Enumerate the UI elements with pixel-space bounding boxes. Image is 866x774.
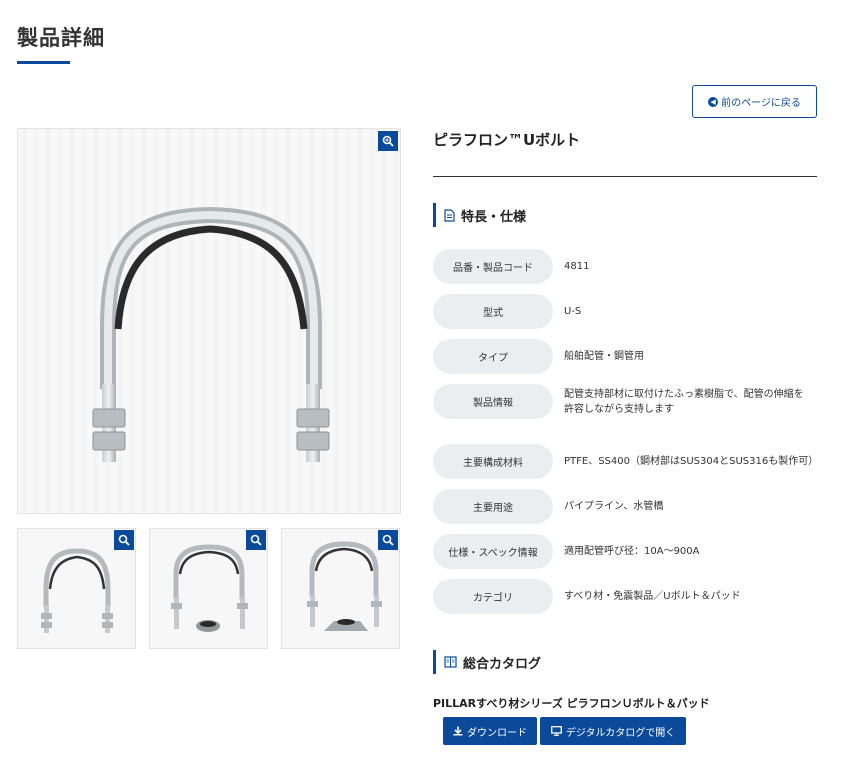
spec-row: 製品情報 配管支持部材に取付けたふっ素樹脂で、配管の伸縮を許容しながら支持します bbox=[433, 384, 817, 419]
spec-value: 配管支持部材に取付けたふっ素樹脂で、配管の伸縮を許容しながら支持します bbox=[564, 388, 804, 415]
zoom-button[interactable] bbox=[114, 530, 134, 550]
zoom-in-icon bbox=[382, 534, 394, 546]
catalog-heading: 総合カタログ bbox=[433, 650, 541, 674]
digital-catalog-button[interactable]: デジタルカタログで開く bbox=[540, 717, 686, 745]
spec-value: 船舶配管・鋼管用 bbox=[564, 351, 644, 362]
monitor-icon bbox=[550, 726, 562, 736]
spec-value: U-S bbox=[564, 306, 582, 317]
zoom-in-icon bbox=[382, 135, 394, 147]
spec-value: パイプライン、水管橋 bbox=[564, 501, 664, 512]
download-button[interactable]: ダウンロード bbox=[443, 717, 537, 745]
features-heading-label: 特長・仕様 bbox=[461, 209, 527, 225]
spec-label: 仕様・スペック情報 bbox=[433, 534, 553, 569]
thumbnail-3[interactable] bbox=[281, 528, 400, 649]
spec-value: すべり材・免震製品／Uボルト＆パッド bbox=[564, 591, 741, 602]
product-name: ピラフロン™Uボルト bbox=[433, 131, 581, 149]
spec-row: 主要用途 パイプライン、水管橋 bbox=[433, 489, 817, 524]
thumbnail-2[interactable] bbox=[149, 528, 268, 649]
thumbnail-1[interactable] bbox=[17, 528, 136, 649]
back-button-label: 前のページに戻る bbox=[721, 98, 801, 109]
spec-label: 製品情報 bbox=[433, 384, 553, 419]
zoom-in-icon bbox=[250, 534, 262, 546]
features-heading: 特長・仕様 bbox=[433, 203, 526, 227]
spec-row: タイプ 船舶配管・鋼管用 bbox=[433, 339, 817, 374]
spec-label: 型式 bbox=[433, 294, 553, 329]
spec-value: PTFE、SS400（鋼材部はSUS304とSUS316も製作可） bbox=[564, 456, 819, 467]
document-icon bbox=[444, 208, 455, 222]
zoom-button[interactable] bbox=[378, 530, 398, 550]
arrow-left-circle-icon: ◀ bbox=[708, 96, 719, 107]
spec-row: 型式 U-S bbox=[433, 294, 817, 329]
back-button[interactable]: ◀ 前のページに戻る bbox=[692, 85, 817, 118]
spec-row: 仕様・スペック情報 適用配管呼び径：10A〜900A bbox=[433, 534, 817, 569]
spec-row: カテゴリ すべり材・免震製品／Uボルト＆パッド bbox=[433, 579, 817, 614]
book-icon bbox=[444, 656, 457, 668]
spec-label: カテゴリ bbox=[433, 579, 553, 614]
download-icon bbox=[453, 726, 463, 736]
catalog-name: PILLARすべり材シリーズ ピラフロンＵボルト＆パッド bbox=[433, 697, 710, 710]
spec-row: 品番・製品コード 4811 bbox=[433, 249, 817, 284]
zoom-button[interactable] bbox=[378, 131, 398, 151]
spec-label: 品番・製品コード bbox=[433, 249, 553, 284]
u-bolt-image bbox=[92, 206, 330, 462]
spec-label: 主要構成材料 bbox=[433, 444, 553, 479]
zoom-in-icon bbox=[118, 534, 130, 546]
zoom-button[interactable] bbox=[246, 530, 266, 550]
spec-row: 主要構成材料 PTFE、SS400（鋼材部はSUS304とSUS316も製作可） bbox=[433, 444, 819, 479]
page-title: 製品詳細 bbox=[17, 26, 105, 50]
main-product-image[interactable] bbox=[17, 128, 401, 514]
catalog-heading-label: 総合カタログ bbox=[463, 656, 542, 672]
spec-label: 主要用途 bbox=[433, 489, 553, 524]
spec-label: タイプ bbox=[433, 339, 553, 374]
product-name-divider bbox=[433, 176, 817, 177]
download-button-label: ダウンロード bbox=[467, 727, 527, 739]
spec-value: 4811 bbox=[564, 261, 590, 272]
title-underline bbox=[17, 61, 70, 64]
spec-value: 適用配管呼び径：10A〜900A bbox=[564, 546, 700, 557]
digital-catalog-button-label: デジタルカタログで開く bbox=[565, 727, 676, 739]
